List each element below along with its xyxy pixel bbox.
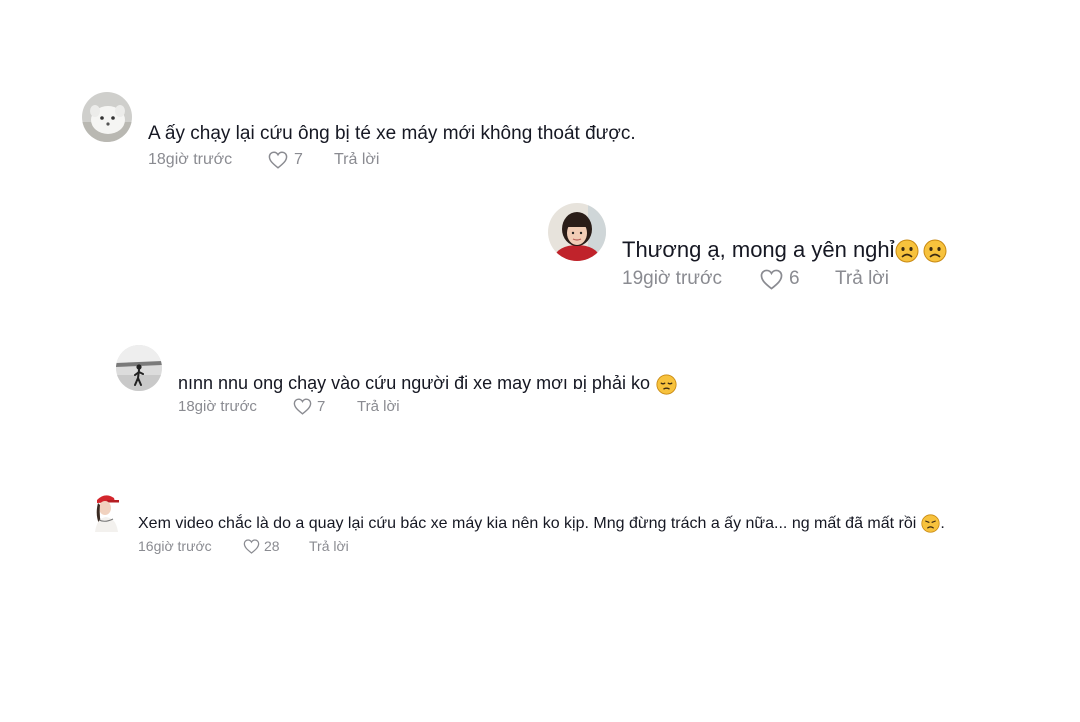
comment-meta: 18giờ trước 7 Trả lời xyxy=(148,151,636,169)
like-count: 7 xyxy=(317,398,326,415)
comment-body: Xem video chắc là do a quay lại cứu bác … xyxy=(138,513,945,554)
girl-red-cap-avatar[interactable] xyxy=(87,490,125,532)
comment-meta: 18giờ trước 7 Trả lời xyxy=(178,398,677,415)
comment-text: Xem video chắc là do a quay lại cứu bác … xyxy=(138,515,917,532)
comment-text-suffix: . xyxy=(940,515,945,532)
reply-button[interactable]: Trả lời xyxy=(835,268,889,290)
silhouette-figure-avatar[interactable] xyxy=(116,345,162,391)
comment-meta: 16giờ trước 28 Trả lời xyxy=(138,538,945,554)
comment-body: A ấy chạy lại cứu ông bị té xe máy mới k… xyxy=(148,122,636,169)
comment-time: 19giờ trước xyxy=(622,268,722,289)
disappointed-face-emoji xyxy=(921,514,940,533)
sad-face-emoji xyxy=(923,239,947,263)
reply-button[interactable]: Trả lời xyxy=(357,398,400,415)
comment-text-line: Thương ạ, mong a yên nghỉ xyxy=(622,236,947,264)
like-count: 7 xyxy=(294,151,303,168)
comment-meta: 19giờ trước 6 Trả lời xyxy=(622,268,947,290)
comment-body: nınn nnu ong chạy vào cứu người đi xe ma… xyxy=(178,371,677,415)
reply-button[interactable]: Trả lời xyxy=(309,538,349,554)
like-button[interactable]: 7 xyxy=(293,398,357,415)
pensive-face-emoji xyxy=(656,374,677,395)
heart-icon xyxy=(268,151,288,169)
comment-text: A ấy chạy lại cứu ông bị té xe máy mới k… xyxy=(148,123,636,144)
like-button[interactable]: 6 xyxy=(760,268,835,290)
like-button[interactable]: 7 xyxy=(268,151,334,169)
white-dog-avatar[interactable] xyxy=(82,92,132,142)
comment-text-line: Xem video chắc là do a quay lại cứu bác … xyxy=(138,513,945,535)
like-button[interactable]: 28 xyxy=(243,538,309,554)
heart-icon xyxy=(293,398,312,415)
sad-face-emoji xyxy=(895,239,919,263)
comment-time: 18giờ trước xyxy=(178,398,257,415)
heart-icon xyxy=(243,538,260,554)
woman-portrait-avatar[interactable] xyxy=(548,203,606,261)
heart-icon xyxy=(760,269,783,290)
like-count: 6 xyxy=(789,268,800,289)
comment-time: 18giờ trước xyxy=(148,151,233,168)
reply-button[interactable]: Trả lời xyxy=(334,151,379,169)
comment-time: 16giờ trước xyxy=(138,538,212,554)
like-count: 28 xyxy=(264,538,280,554)
comment-body: Thương ạ, mong a yên nghỉ 19giờ trước 6 … xyxy=(622,236,947,290)
comment-text: Thương ạ, mong a yên nghỉ xyxy=(622,237,895,262)
comment-text: nınn nnu ong chạy vào cứu người đi xe ma… xyxy=(178,373,650,393)
comment-text-line: nınn nnu ong chạy vào cứu người đi xe ma… xyxy=(178,371,677,395)
